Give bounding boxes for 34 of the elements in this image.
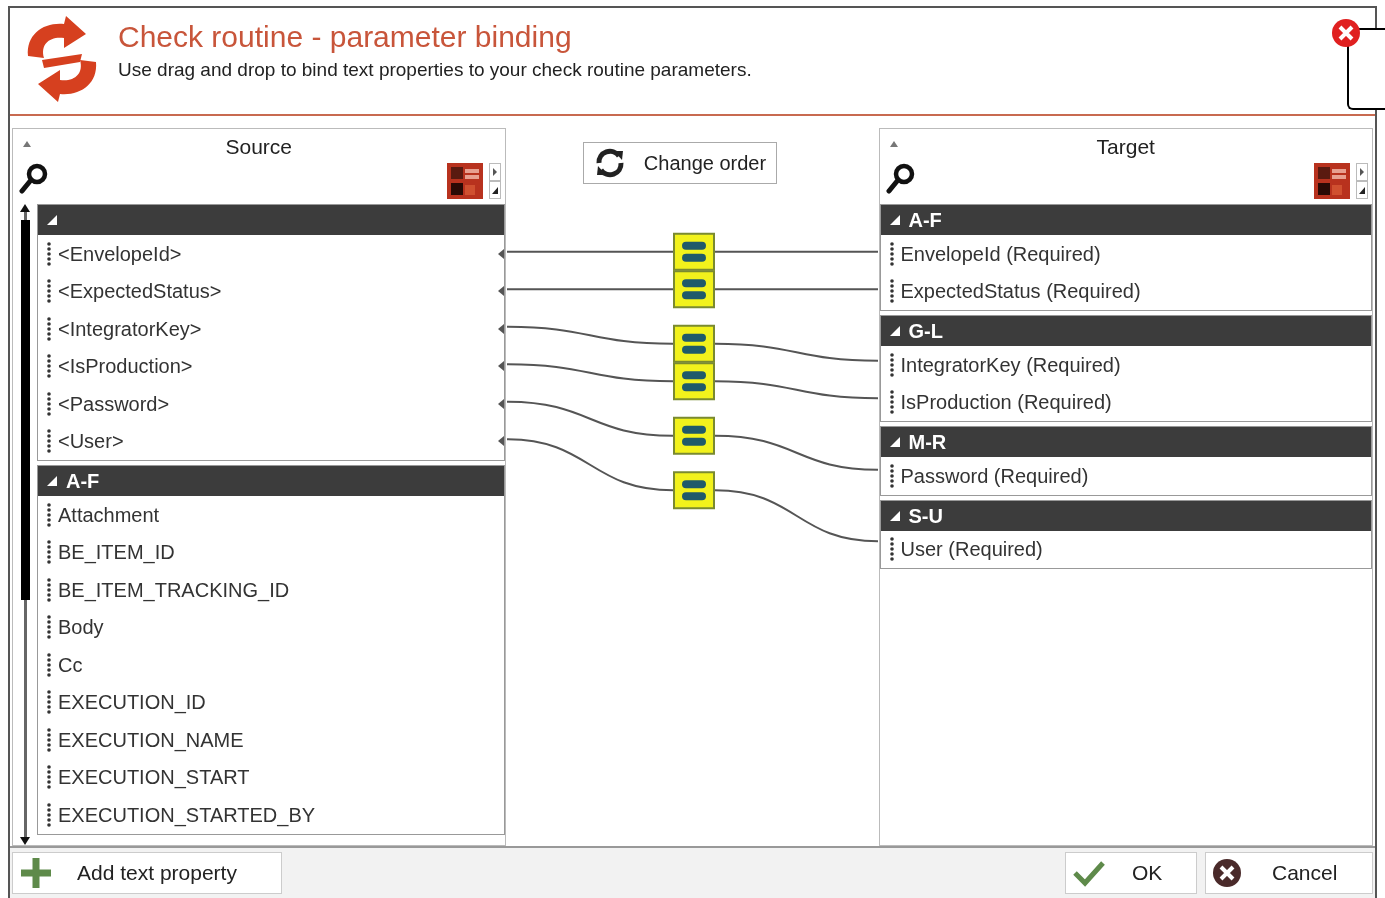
list-item[interactable]: ExpectedStatus (Required): [880, 272, 1371, 310]
list-item[interactable]: EXECUTION_NAME: [38, 721, 504, 759]
list-item[interactable]: Cc: [38, 646, 504, 684]
list-item[interactable]: IsProduction (Required): [880, 383, 1371, 421]
list-item[interactable]: EXECUTION_STARTED_BY: [38, 796, 504, 834]
add-text-property-button[interactable]: Add text property: [12, 852, 282, 894]
list-item[interactable]: Body: [38, 608, 504, 646]
dialog-title: Check routine - parameter binding: [118, 19, 573, 55]
list-item[interactable]: IntegratorKey (Required): [880, 346, 1371, 384]
list-item[interactable]: EXECUTION_START: [38, 758, 504, 796]
list-item[interactable]: User (Required): [880, 530, 1371, 568]
group-header[interactable]: A-F: [880, 205, 1371, 235]
list-item[interactable]: BE_ITEM_ID: [38, 533, 504, 571]
list-item[interactable]: <User>: [38, 422, 504, 460]
panel-title: Source: [225, 134, 292, 160]
list-item[interactable]: <IsProduction>: [38, 347, 504, 385]
list-item[interactable]: Password (Required): [880, 457, 1371, 495]
group-header[interactable]: A-F: [38, 466, 504, 496]
list-item[interactable]: EXECUTION_ID: [38, 683, 504, 721]
dialog-subtitle: Use drag and drop to bind text properties to your check routine parameters.: [118, 58, 752, 82]
list-item[interactable]: <ExpectedStatus>: [38, 272, 504, 310]
list-item[interactable]: <Password>: [38, 385, 504, 423]
list-item[interactable]: BE_ITEM_TRACKING_ID: [38, 571, 504, 609]
list-item[interactable]: Attachment: [38, 496, 504, 534]
group-header[interactable]: G-L: [880, 316, 1371, 346]
list-item[interactable]: <IntegratorKey>: [38, 310, 504, 348]
group-header[interactable]: S-U: [880, 500, 1371, 531]
cancel-button[interactable]: Cancel: [1205, 852, 1373, 894]
ok-button[interactable]: OK: [1065, 852, 1197, 894]
list-item[interactable]: <EnvelopeId>: [38, 235, 504, 273]
panel-title: Target: [1096, 134, 1155, 160]
group-header[interactable]: M-R: [880, 427, 1371, 457]
list-item[interactable]: EnvelopeId (Required): [880, 235, 1371, 273]
change-order-button[interactable]: Change order: [582, 142, 778, 184]
